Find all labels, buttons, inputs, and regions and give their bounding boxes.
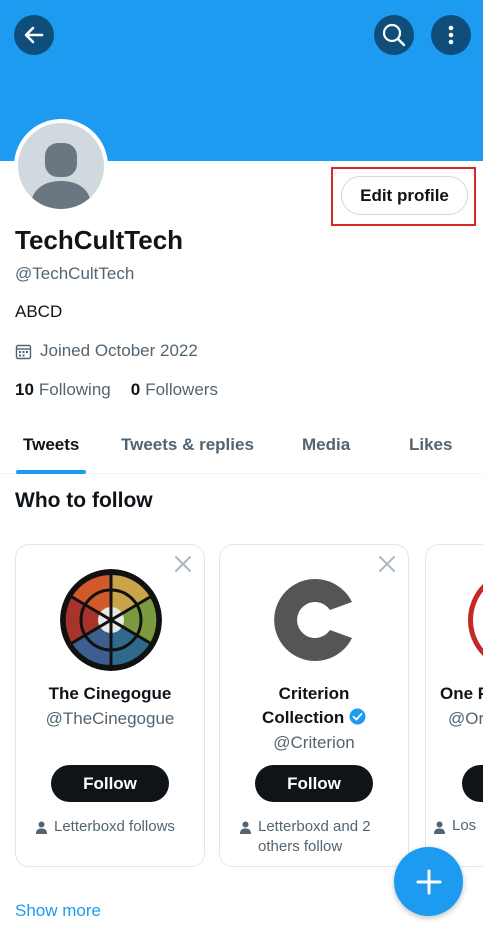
plus-icon — [416, 869, 441, 894]
follow-suggestion-card[interactable]: Criterion Collection @Criterion Follow L… — [219, 544, 409, 867]
who-to-follow-title: Who to follow — [15, 489, 153, 512]
profile-bio: ABCD — [15, 302, 63, 321]
active-tab-indicator — [16, 470, 86, 474]
follow-context-text: Letterboxd follows — [54, 818, 175, 835]
tab-likes[interactable]: Likes — [409, 435, 452, 455]
followers-label: Followers — [145, 380, 218, 399]
follow-button[interactable]: Follow — [51, 765, 169, 802]
calendar-icon — [15, 344, 32, 359]
following-link[interactable]: 10 Following — [15, 380, 111, 400]
follow-button[interactable]: Follow — [255, 765, 373, 802]
profile-avatar[interactable] — [14, 119, 108, 213]
card-name: One P — [440, 684, 483, 703]
card-handle: @Criterion — [273, 733, 355, 752]
edit-profile-button[interactable]: Edit profile — [341, 176, 468, 215]
follow-suggestion-card[interactable]: One P @Or Los — [425, 544, 483, 867]
back-button[interactable] — [14, 15, 54, 55]
close-icon[interactable] — [174, 555, 192, 573]
tab-media[interactable]: Media — [302, 435, 350, 455]
card-name-line2-text: Collection — [262, 708, 345, 727]
follow-context-line2: others follow — [258, 838, 343, 855]
cinegogue-avatar — [60, 569, 162, 671]
follow-context: Letterboxd follows — [36, 817, 196, 837]
more-options-button[interactable] — [431, 15, 471, 55]
person-icon — [36, 821, 47, 834]
follow-context-text: Letterboxd and 2 others follow — [258, 817, 371, 857]
follow-stats: 10 Following 0 Followers — [15, 380, 218, 400]
joined-label: Joined October 2022 — [40, 341, 198, 360]
follow-context-line1: Letterboxd and 2 — [258, 818, 371, 835]
compose-tweet-button[interactable] — [394, 847, 463, 916]
tab-tweets-replies[interactable]: Tweets & replies — [121, 435, 254, 455]
follow-suggestion-card[interactable]: The Cinegogue @TheCinegogue Follow Lette… — [15, 544, 205, 867]
card-name: The Cinegogue — [48, 684, 172, 703]
more-vertical-icon — [448, 25, 454, 45]
follow-context: Los — [434, 817, 476, 834]
close-icon[interactable] — [378, 555, 396, 573]
verified-badge-icon — [349, 708, 366, 725]
followers-link[interactable]: 0 Followers — [131, 380, 218, 400]
search-button[interactable] — [374, 15, 414, 55]
criterion-avatar — [264, 569, 366, 671]
follow-context: Letterboxd and 2 others follow — [240, 817, 400, 857]
card-avatar — [468, 569, 483, 671]
default-avatar-icon — [18, 123, 104, 209]
card-name-line1: Criterion — [278, 684, 350, 703]
joined-date: Joined October 2022 — [15, 341, 198, 361]
card-name-line2: Collection — [220, 706, 408, 730]
followers-count: 0 — [130, 380, 141, 399]
profile-handle: @TechCultTech — [15, 264, 135, 283]
follow-context-text: Los — [452, 817, 477, 834]
card-handle: @TheCinegogue — [45, 709, 175, 728]
arrow-left-icon — [24, 26, 44, 44]
profile-display-name: TechCultTech — [15, 225, 184, 255]
search-icon — [382, 23, 406, 47]
follow-button[interactable] — [462, 765, 483, 802]
following-count: 10 — [15, 380, 34, 399]
show-more-link[interactable]: Show more — [15, 901, 101, 921]
person-icon — [434, 821, 445, 834]
card-handle: @Or — [448, 709, 483, 728]
profile-tabs: Tweets Tweets & replies Media Likes — [0, 420, 483, 474]
tab-tweets[interactable]: Tweets — [23, 435, 79, 455]
following-label: Following — [38, 380, 111, 399]
person-icon — [240, 821, 251, 834]
